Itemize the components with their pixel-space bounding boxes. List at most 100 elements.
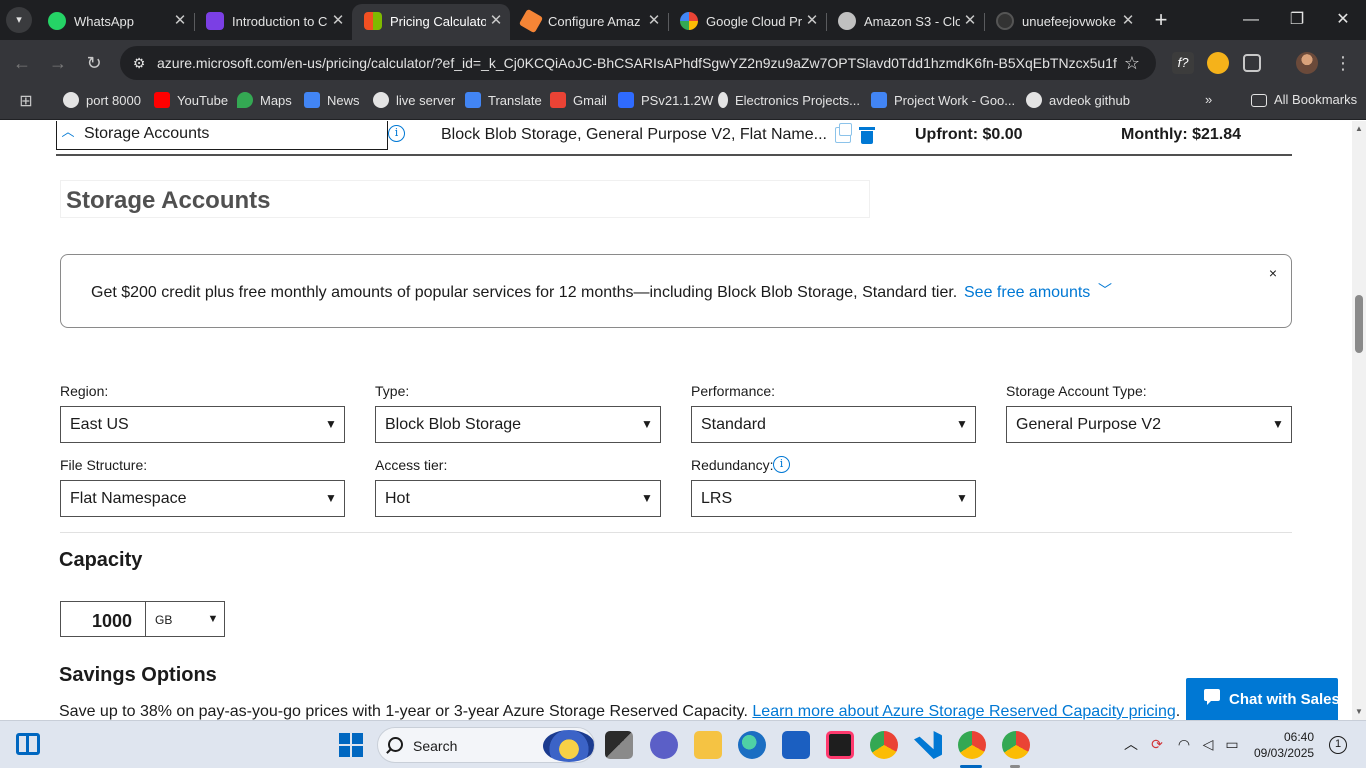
capacity-input[interactable]: 1000 [60, 601, 146, 637]
upfront-cost: Upfront: $0.00 [915, 126, 1023, 143]
task-view-icon[interactable] [605, 731, 633, 759]
vscode-icon[interactable] [914, 731, 942, 759]
extension-coin-icon[interactable] [1207, 52, 1229, 74]
search-label: Search [413, 738, 458, 754]
close-tab-icon[interactable]: ✕ [171, 11, 189, 31]
bookmark-project-work[interactable]: Project Work - Goo... [871, 92, 1015, 114]
profile-avatar[interactable] [1296, 52, 1318, 74]
tab-github[interactable]: unuefeejovwoke ✕ [984, 4, 1142, 40]
new-tab-icon[interactable]: + [1149, 8, 1173, 32]
file-structure-select[interactable]: Flat Namespace ▼ [60, 480, 345, 517]
widgets-icon[interactable] [16, 733, 40, 755]
search-highlight-image [543, 730, 594, 762]
tab-configure-amazon[interactable]: Configure Amaz ✕ [510, 4, 669, 40]
menu-dots-icon[interactable]: ⋮ [1331, 51, 1355, 75]
capacity-unit-select[interactable]: GB ▼ [145, 601, 225, 637]
redundancy-select[interactable]: LRS ▼ [691, 480, 976, 517]
tray-overflow-icon[interactable]: ︿ [1122, 735, 1140, 753]
tab-google-cloud[interactable]: Google Cloud Pr ✕ [668, 4, 827, 40]
forward-icon[interactable]: → [46, 51, 70, 75]
chrome-secondary-icon[interactable] [1002, 731, 1030, 759]
bookmark-electronics-projects[interactable]: Electronics Projects... [718, 92, 860, 114]
back-icon[interactable]: ← [10, 51, 34, 75]
sync-icon[interactable]: ⟳ [1148, 735, 1166, 753]
clock[interactable]: 06:40 09/03/2025 [1254, 729, 1314, 761]
tab-introduction[interactable]: Introduction to C ✕ [194, 4, 352, 40]
figma-icon[interactable] [826, 731, 854, 759]
taskbar-search[interactable]: Search [377, 727, 595, 763]
bookmark-youtube[interactable]: YouTube [154, 92, 228, 114]
close-tab-icon[interactable]: ✕ [487, 11, 505, 31]
scroll-up-icon[interactable]: ▲ [1354, 124, 1364, 134]
access-tier-select[interactable]: Hot ▼ [375, 480, 661, 517]
bookmark-gmail[interactable]: Gmail [550, 92, 607, 114]
chrome-profile-icon[interactable] [958, 731, 986, 759]
service-title-field[interactable]: Storage Accounts [60, 180, 870, 218]
chevron-down-icon[interactable]: ﹀ [1097, 282, 1113, 298]
url-text[interactable]: azure.microsoft.com/en-us/pricing/calcul… [157, 55, 1117, 71]
access-tier-label: Access tier: [375, 457, 448, 473]
chevron-down-icon: ▼ [1272, 417, 1284, 431]
reload-icon[interactable]: ↻ [82, 51, 106, 75]
bookmark-psv[interactable]: PSv21.1.2W [618, 92, 713, 114]
tab-amazon-s3[interactable]: Amazon S3 - Clo ✕ [826, 4, 985, 40]
chevron-down-icon: ▼ [641, 417, 653, 431]
tab-title: Amazon S3 - Clo [864, 14, 960, 29]
maximize-icon[interactable]: ❐ [1274, 6, 1320, 34]
reserved-capacity-link[interactable]: Learn more about Azure Storage Reserved … [752, 703, 1175, 720]
address-bar[interactable]: ⚙ azure.microsoft.com/en-us/pricing/calc… [120, 46, 1156, 80]
site-info-icon[interactable]: ⚙ [130, 54, 148, 72]
teams-icon[interactable] [650, 731, 678, 759]
chat-with-sales-button[interactable]: Chat with Sales [1186, 678, 1340, 720]
close-tab-icon[interactable]: ✕ [961, 11, 979, 31]
bookmark-label: Electronics Projects... [735, 93, 860, 108]
minimize-icon[interactable]: — [1228, 6, 1274, 34]
scroll-thumb[interactable] [1355, 295, 1363, 353]
tab-pricing-calculator[interactable]: Pricing Calculato ✕ [352, 4, 510, 40]
bookmark-maps[interactable]: Maps [237, 92, 292, 114]
chrome-icon[interactable] [870, 731, 898, 759]
type-select[interactable]: Block Blob Storage ▼ [375, 406, 661, 443]
performance-select[interactable]: Standard ▼ [691, 406, 976, 443]
scroll-down-icon[interactable]: ▼ [1354, 707, 1364, 717]
info-icon[interactable]: i [773, 456, 790, 473]
account-type-select[interactable]: General Purpose V2 ▼ [1006, 406, 1292, 443]
extension-formula-icon[interactable]: f? [1172, 52, 1194, 74]
bookmarks-overflow[interactable]: » [1205, 92, 1212, 114]
chevron-down-icon: ▼ [207, 613, 219, 625]
store-icon[interactable] [782, 731, 810, 759]
close-icon[interactable]: × [1265, 265, 1281, 281]
page-scrollbar[interactable]: ▲ ▼ [1352, 121, 1366, 720]
wifi-icon[interactable]: ◠ [1175, 735, 1193, 753]
edge-icon[interactable] [738, 731, 766, 759]
bookmark-avdeok-github[interactable]: avdeok github [1026, 92, 1130, 114]
close-tab-icon[interactable]: ✕ [803, 11, 821, 31]
bookmark-news[interactable]: News [304, 92, 360, 114]
start-icon[interactable] [339, 733, 363, 757]
tab-search-icon[interactable]: ▾ [6, 7, 32, 33]
tab-whatsapp[interactable]: WhatsApp ✕ [36, 4, 195, 40]
notification-badge[interactable]: 1 [1329, 736, 1347, 754]
bookmark-translate[interactable]: Translate [465, 92, 542, 114]
battery-icon[interactable]: ▭ [1223, 735, 1241, 753]
bookmark-port-8000[interactable]: port 8000 [63, 92, 141, 114]
apps-grid-icon[interactable]: ⊞ [14, 90, 38, 114]
extensions-puzzle-icon[interactable] [1243, 54, 1261, 72]
service-name-toggle[interactable]: ︿ Storage Accounts [56, 121, 388, 150]
see-free-amounts-link[interactable]: See free amounts [964, 284, 1090, 302]
github-icon [1026, 92, 1042, 108]
all-bookmarks-button[interactable]: All Bookmarks [1251, 92, 1357, 114]
volume-icon[interactable]: ◁ [1199, 735, 1217, 753]
file-explorer-icon[interactable] [694, 731, 722, 759]
close-tab-icon[interactable]: ✕ [329, 11, 347, 31]
clone-icon[interactable] [835, 123, 852, 143]
close-tab-icon[interactable]: ✕ [1119, 11, 1137, 31]
info-icon[interactable]: i [388, 125, 405, 142]
region-select[interactable]: East US ▼ [60, 406, 345, 443]
close-tab-icon[interactable]: ✕ [645, 11, 663, 31]
chevron-up-icon[interactable]: ︿ [61, 125, 75, 139]
close-window-icon[interactable]: ✕ [1320, 6, 1366, 34]
bookmark-live-server[interactable]: live server [373, 92, 455, 114]
delete-icon[interactable] [859, 127, 875, 144]
bookmark-star-icon[interactable]: ☆ [1121, 52, 1143, 74]
